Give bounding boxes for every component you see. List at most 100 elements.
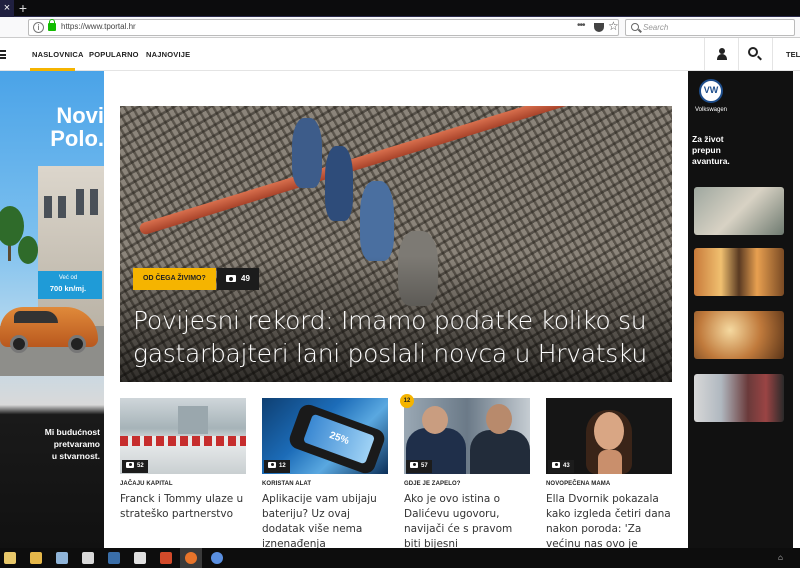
folder-icon[interactable] [30,552,42,564]
ad-price-box: Već od 700 kn/mj. [38,271,102,299]
ad-thumbnail [694,248,784,296]
firefox-icon[interactable] [185,552,197,564]
tab-close-button[interactable]: × [0,0,14,17]
calculator-icon[interactable] [134,552,146,564]
car-wheel [10,335,28,353]
hero-headline[interactable]: Povijesni rekord: Imamo podatke koliko s… [133,304,663,370]
bookmark-star-icon[interactable]: ☆ [608,19,619,33]
divider [738,38,739,71]
camera-icon [126,462,134,468]
nav-item-najnovije[interactable]: NAJNOVIJE [146,50,190,59]
os-taskbar: ⌂ [0,548,800,568]
photo-count-value: 43 [563,463,570,469]
camera-icon [226,275,236,282]
article-card[interactable]: 52 JAČAJU KAPITAL Franck i Tommy ulaze u… [120,398,246,520]
camera-icon [552,462,560,468]
page-actions-icon[interactable]: ••• [577,20,585,31]
person-face [594,412,624,450]
hero-category-badge[interactable]: OD ČEGA ŽIVIMO? [133,268,216,290]
ad-brand: Volkswagen [695,107,728,113]
bottle-line [120,436,246,446]
camera-icon [410,462,418,468]
ad-price-label: Već od [58,275,78,281]
ad-price: 700 kn/mj. [49,284,87,293]
worker [325,146,353,221]
car-wheel [68,335,86,353]
app-icon[interactable] [56,552,68,564]
card-photo-count: 12 [264,460,290,473]
card-category[interactable]: GDJE JE ZAPELO? [404,481,461,487]
brave-icon[interactable] [160,552,172,564]
card-image: 57 [404,398,530,474]
browser-search-box[interactable]: Search [625,19,795,36]
hero-article[interactable]: OD ČEGA ŽIVIMO? 49 Povijesni rekord: Ima… [120,106,672,382]
machine [178,406,208,434]
pocket-icon[interactable] [594,23,604,32]
card-category[interactable]: JAČAJU KAPITAL [120,481,173,487]
menu-icon[interactable] [0,50,6,59]
search-placeholder: Search [643,23,669,32]
card-photo-count: 57 [406,460,432,473]
search-icon[interactable] [748,47,758,57]
document-icon[interactable] [82,552,94,564]
article-card[interactable]: 57 12 GDJE JE ZAPELO? Ako je ovo istina … [400,394,530,550]
lock-icon [48,19,56,31]
info-icon[interactable]: i [33,22,44,33]
card-photo-count: 52 [122,460,148,473]
divider [772,38,773,71]
url-bar[interactable]: i https://www.tportal.hr ••• ☆ [28,19,619,36]
browser-nav-bar: i https://www.tportal.hr ••• ☆ Search [0,17,800,38]
tel-link[interactable]: TEL. [786,50,800,59]
card-headline[interactable]: Franck i Tommy ulaze u strateško partner… [120,492,248,522]
card-headline[interactable]: Aplikacije vam ubijaju bateriju? Uz ovaj… [262,492,390,552]
ad-slogan-line: avantura. [692,156,730,166]
photo-count-value: 49 [241,274,250,283]
search-icon [631,23,639,31]
article-card[interactable]: 43 NOVOPEČENA MAMA Ella Dvornik pokazala… [546,398,672,565]
card-category[interactable]: KORISTAN ALAT [262,481,311,487]
ad-thumbnail [694,374,784,422]
ad-slogan-line: u stvarnost. [51,451,100,461]
comment-count-badge[interactable]: 12 [400,394,414,408]
vw-logo-icon [699,79,723,103]
tray-icon[interactable]: ⌂ [778,553,783,562]
ad-slogan: Za život prepun avantura. [692,134,730,167]
person-suit [470,430,530,474]
ad-slogan-line: prepun [692,145,721,155]
ad-title-line: Novi [56,103,104,128]
photo-count-value: 52 [137,463,144,469]
ad-slogan-line: Mi budućnost [44,427,100,437]
article-card[interactable]: 25% 12 KORISTAN ALAT Aplikacije vam ubij… [262,398,388,550]
left-ad-banner[interactable]: Novi Polo. Već od 700 kn/mj. Mi budućnos… [0,71,104,548]
ad-slogan: Mi budućnost pretvaramo u stvarnost. [26,426,100,462]
person-shoulder [598,450,622,474]
ad-title: Novi Polo. [48,104,104,150]
camera-icon [268,462,276,468]
start-icon[interactable] [4,552,16,564]
window [58,196,66,218]
card-image: 43 [546,398,672,474]
url-text[interactable]: https://www.tportal.hr [61,22,136,31]
nav-item-popularno[interactable]: POPULARNO [89,50,139,59]
app-icon[interactable] [211,552,223,564]
divider [704,38,705,71]
nav-item-naslovnica[interactable]: NASLOVNICA [32,50,84,59]
site-header: NASLOVNICA POPULARNO NAJNOVIJE TEL. [0,38,800,71]
photo-count-value: 12 [279,463,286,469]
window [44,196,52,218]
card-headline[interactable]: Ako je ovo istina o Dalićevu ugovoru, na… [404,492,532,552]
card-category[interactable]: NOVOPEČENA MAMA [546,481,610,487]
ad-slogan-line: pretvaramo [53,439,100,449]
worker [292,118,322,188]
photo-count-value: 57 [421,463,428,469]
ad-title-line: Polo. [50,126,104,151]
card-image: 52 [120,398,246,474]
new-tab-button[interactable]: + [16,0,30,17]
card-image: 25% 12 [262,398,388,474]
right-ad-banner[interactable]: Volkswagen Za život prepun avantura. [688,71,793,548]
steam-icon[interactable] [108,552,120,564]
window [76,189,84,215]
car-window [14,311,58,323]
user-icon[interactable] [716,48,728,60]
ad-slogan-line: Za život [692,134,724,144]
